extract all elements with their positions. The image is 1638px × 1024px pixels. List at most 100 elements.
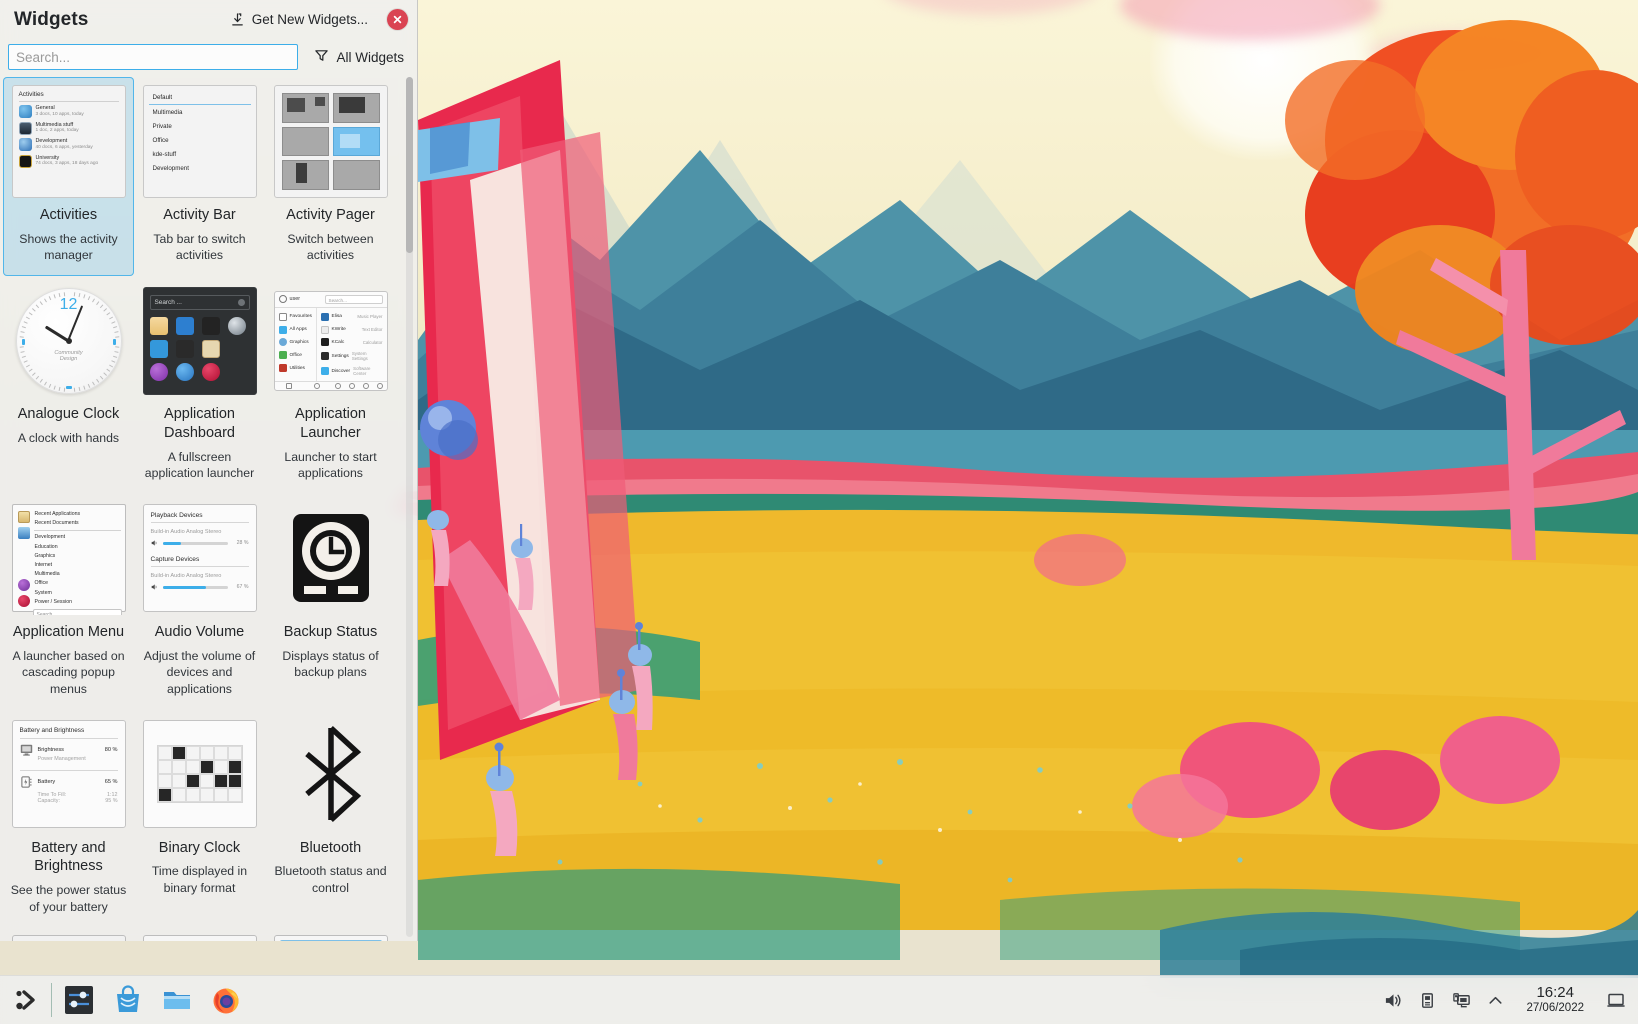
widget-name: Activity Pager xyxy=(286,207,375,223)
widget-card-audio-volume[interactable]: Playback Devices Build-in Audio Analog S… xyxy=(134,494,265,710)
divider xyxy=(19,738,118,740)
activity-bar-preview: Default Multimedia Private Office kde-st… xyxy=(142,85,257,198)
binary-cell-off xyxy=(213,760,228,775)
list-item: Development 40 docs, 6 apps, yesterday xyxy=(18,138,119,151)
binary-clock-preview xyxy=(142,720,257,829)
widget-card-backup-status[interactable]: Backup Status Displays status of backup … xyxy=(265,494,396,710)
divider xyxy=(18,101,119,102)
plasma-search-preview: Search ... Plasma mobile xyxy=(273,935,388,941)
list-item: Office xyxy=(275,349,316,362)
battery-detail-row: Capacity: 95 % xyxy=(37,798,118,805)
app-icon xyxy=(175,362,194,381)
taskbar: 16:24 27/06/2022 xyxy=(0,975,1638,1024)
menu-item: Internet xyxy=(34,561,53,568)
binary-cell-on xyxy=(213,774,228,789)
show-desktop-icon xyxy=(1607,993,1625,1007)
firefox-button[interactable] xyxy=(201,976,250,1024)
digital-clock[interactable]: 16:24 27/06/2022 xyxy=(1512,976,1598,1024)
widget-card-calculator[interactable]: 0 xyxy=(3,927,134,941)
show-desktop-button[interactable] xyxy=(1598,976,1634,1024)
binary-cell-off xyxy=(199,788,214,803)
clock-tick xyxy=(113,338,116,345)
app-icon-empty xyxy=(228,340,246,358)
system-tray: 16:24 27/06/2022 xyxy=(1376,976,1638,1024)
widget-card-analogue-clock[interactable]: 12 Community Design Analogue Clock A clo… xyxy=(3,276,134,494)
get-new-widgets-button[interactable]: Get New Widgets... xyxy=(225,9,373,31)
widget-name: Binary Clock xyxy=(158,839,241,856)
widgets-scrollbar[interactable] xyxy=(406,77,413,937)
preview-title: Activities xyxy=(18,91,44,98)
monitor-icon xyxy=(20,744,32,756)
kde-logo-icon xyxy=(15,990,35,1010)
widget-preview: Search ... xyxy=(142,284,257,397)
widget-card-battery-brightness[interactable]: Battery and Brightness Brightness 80 % P… xyxy=(3,710,134,928)
widget-description: A launcher based on cascading popup menu… xyxy=(12,648,125,696)
app-icon-empty xyxy=(228,363,246,381)
widget-card-bluetooth[interactable]: Bluetooth Bluetooth status and control xyxy=(265,710,396,928)
menu-item: Recent Applications xyxy=(34,511,81,517)
kde-menu-button[interactable] xyxy=(0,976,49,1024)
scrollbar-thumb[interactable] xyxy=(406,77,413,253)
pager-cell xyxy=(281,93,329,123)
close-button[interactable] xyxy=(387,9,408,30)
binary-cell-off xyxy=(199,774,214,789)
preview-tab: kde-stuff xyxy=(152,150,177,158)
widget-card-application-menu[interactable]: Recent Applications Recent Documents Dev… xyxy=(3,494,134,710)
app-icon xyxy=(149,339,168,358)
list-item: Utilities xyxy=(275,362,316,375)
binary-cell-on xyxy=(199,760,214,775)
widget-description: Tab bar to switch activities xyxy=(153,231,246,263)
menu-item: Recent Documents xyxy=(34,520,79,527)
widget-description: Switch between activities xyxy=(287,231,374,263)
preview-icon-grid xyxy=(149,316,250,381)
removable-devices-tray-button[interactable] xyxy=(1410,976,1444,1024)
binary-cell-on xyxy=(227,760,242,775)
widget-card-application-launcher[interactable]: user Search... Favourites All Apps Graph… xyxy=(265,276,396,494)
filter-icon xyxy=(314,48,329,66)
binary-cell-off xyxy=(171,788,186,803)
discover-button[interactable] xyxy=(103,976,152,1024)
file-manager-button[interactable] xyxy=(152,976,201,1024)
volume-percent: 28 % xyxy=(236,540,249,547)
preview-tab: Development xyxy=(152,164,189,172)
bluetooth-icon xyxy=(304,726,361,823)
widgets-panel-header: Widgets Get New Widgets... xyxy=(0,0,417,39)
widget-card-plasma-search[interactable]: Search ... Plasma mobile xyxy=(265,927,396,941)
widget-card-activity-bar[interactable]: Default Multimedia Private Office kde-st… xyxy=(134,77,265,276)
calculator-preview: 0 xyxy=(11,935,126,941)
binary-cell-off xyxy=(171,774,186,789)
avatar xyxy=(278,295,287,304)
recent-docs-icon xyxy=(18,527,30,540)
system-settings-button[interactable] xyxy=(54,976,103,1024)
preview-title: Battery and Brightness xyxy=(19,727,85,735)
widget-card-calendar[interactable]: MoTu WeTh FrSa Su xyxy=(134,927,265,941)
pager-cell xyxy=(332,93,380,123)
widget-description: Time displayed in binary format xyxy=(151,864,248,895)
widget-description: Displays status of backup plans xyxy=(282,648,379,680)
menu-item: System xyxy=(34,589,52,596)
widget-name: Audio Volume xyxy=(154,623,245,640)
preview-user: user xyxy=(278,295,321,304)
battery-preview: Battery and Brightness Brightness 80 % P… xyxy=(11,720,126,829)
widget-card-application-dashboard[interactable]: Search ... Application Dashboard A fulls… xyxy=(134,276,265,494)
network-tray-button[interactable] xyxy=(1444,976,1478,1024)
all-widgets-filter-button[interactable]: All Widgets xyxy=(310,45,408,69)
widgets-scroll-area[interactable]: Activities General 3 docs, 10 apps, toda… xyxy=(0,75,417,941)
widget-preview xyxy=(273,85,388,198)
search-input[interactable] xyxy=(8,44,299,70)
widgets-panel: Widgets Get New Widgets... Al xyxy=(0,0,418,941)
firefox-icon xyxy=(213,988,238,1014)
menu-item: Development xyxy=(34,534,66,541)
widget-card-activity-pager[interactable]: Activity Pager Switch between activities xyxy=(265,77,396,276)
widget-card-binary-clock[interactable]: Binary Clock Time displayed in binary fo… xyxy=(134,710,265,928)
app-icon xyxy=(149,316,168,335)
app-icon xyxy=(201,339,220,358)
widget-card-activities[interactable]: Activities General 3 docs, 10 apps, toda… xyxy=(3,77,134,277)
binary-cell-off xyxy=(199,746,214,761)
volume-tray-button[interactable] xyxy=(1376,976,1410,1024)
list-item: Multimedia stuff 1 doc, 2 apps, today xyxy=(18,121,119,135)
analogue-clock-preview: 12 Community Design xyxy=(15,287,122,394)
expand-tray-button[interactable] xyxy=(1478,976,1512,1024)
binary-cell-off xyxy=(213,746,228,761)
activity-icon xyxy=(18,138,32,151)
